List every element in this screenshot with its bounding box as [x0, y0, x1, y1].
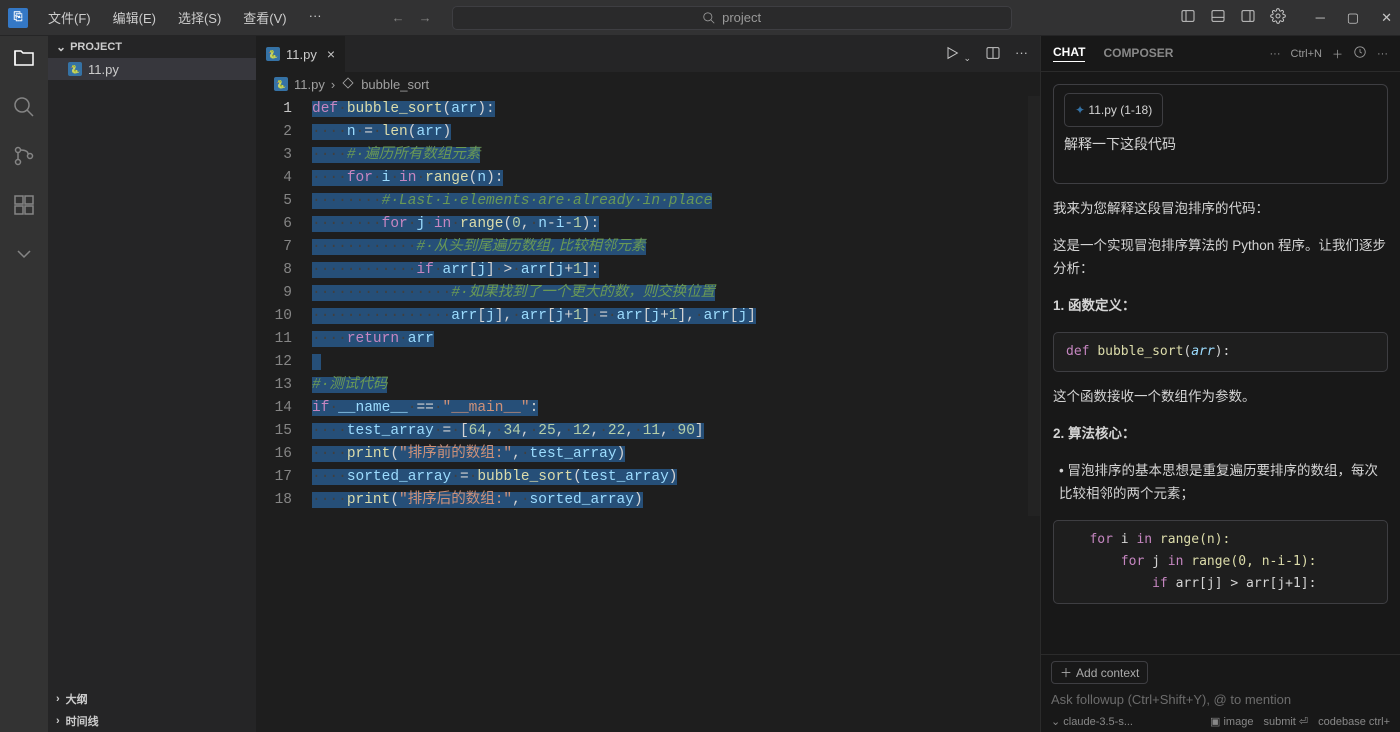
line-gutter: 123456789101112131415161718: [256, 96, 312, 732]
python-file-icon: 🐍: [266, 47, 280, 61]
symbol-icon: [341, 76, 355, 93]
more-icon[interactable]: ···: [1270, 48, 1281, 60]
tab-label: 11.py: [286, 47, 317, 62]
more-icon-2[interactable]: ···: [1377, 48, 1388, 60]
app-logo: ⎘: [8, 8, 28, 28]
split-editor-icon[interactable]: [985, 45, 1001, 64]
submit-button[interactable]: submit ⏎: [1263, 715, 1308, 728]
layout-primary-sidebar-icon[interactable]: [1180, 8, 1196, 27]
python-file-icon: 🐍: [68, 62, 82, 76]
menu-edit[interactable]: 编辑(E): [103, 4, 166, 31]
outline-section[interactable]: ›大纲: [48, 688, 256, 710]
tab-bar: 🐍 11.py × ⌄ ···: [256, 36, 1040, 72]
menubar: 文件(F) 编辑(E) 选择(S) 查看(V) ···: [38, 4, 332, 31]
explorer-icon[interactable]: [12, 46, 36, 73]
add-context-button[interactable]: ＋ Add context: [1051, 661, 1148, 684]
chat-panel: CHAT COMPOSER ··· Ctrl+N ＋ ··· ✦ 11.py (…: [1040, 36, 1400, 732]
chat-messages: ✦ 11.py (1-18) 解释一下这段代码 我来为您解释这段冒泡排序的代码：…: [1041, 72, 1400, 654]
window-close[interactable]: ✕: [1381, 10, 1392, 26]
chat-input-area: ＋ Add context Ask followup (Ctrl+Shift+Y…: [1041, 654, 1400, 732]
image-button[interactable]: ▣ image: [1210, 715, 1253, 728]
context-pill[interactable]: ✦ 11.py (1-18): [1064, 93, 1163, 127]
model-selector[interactable]: ⌄ claude-3.5-s...: [1051, 715, 1133, 728]
menu-more[interactable]: ···: [299, 4, 332, 31]
chat-input[interactable]: Ask followup (Ctrl+Shift+Y), @ to mentio…: [1051, 690, 1390, 715]
codebase-button[interactable]: codebase ctrl+: [1318, 716, 1390, 728]
window-maximize[interactable]: ▢: [1347, 10, 1359, 26]
search-text: project: [722, 10, 761, 25]
menu-select[interactable]: 选择(S): [168, 4, 231, 31]
file-item[interactable]: 🐍 11.py: [48, 58, 256, 80]
new-chat-icon[interactable]: ＋: [1332, 46, 1343, 62]
file-name: 11.py: [88, 62, 119, 77]
command-center[interactable]: project: [452, 6, 1012, 30]
explorer-header[interactable]: ⌄PROJECT: [48, 36, 256, 58]
assistant-reply: 我来为您解释这段冒泡排序的代码： 这是一个实现冒泡排序算法的 Python 程序…: [1053, 198, 1388, 604]
close-tab-icon[interactable]: ×: [327, 46, 335, 62]
activitybar: [0, 36, 48, 732]
code-block-2: for i in range(n): for j in range(0, n-i…: [1053, 520, 1388, 604]
new-chat-shortcut: Ctrl+N: [1291, 48, 1322, 60]
more-actions-icon[interactable]: ···: [1015, 45, 1028, 64]
user-message: 解释一下这段代码: [1064, 133, 1377, 157]
explorer-title: PROJECT: [70, 41, 122, 53]
run-icon[interactable]: ⌄: [944, 45, 971, 64]
python-file-icon: 🐍: [274, 77, 288, 91]
breadcrumb[interactable]: 🐍 11.py › bubble_sort: [256, 72, 1040, 96]
gear-icon[interactable]: [1270, 8, 1286, 27]
menu-view[interactable]: 查看(V): [233, 4, 296, 31]
nav-back[interactable]: ←: [392, 10, 405, 25]
source-control-icon[interactable]: [12, 144, 36, 171]
nav-arrows: ← →: [392, 10, 432, 25]
menu-file[interactable]: 文件(F): [38, 4, 101, 31]
timeline-section[interactable]: ›时间线: [48, 710, 256, 732]
chat-tab-chat[interactable]: CHAT: [1053, 45, 1085, 62]
minimap[interactable]: [1028, 96, 1040, 516]
layout-secondary-sidebar-icon[interactable]: [1240, 8, 1256, 27]
search-icon: [702, 11, 716, 25]
titlebar: ⎘ 文件(F) 编辑(E) 选择(S) 查看(V) ··· ← → projec…: [0, 0, 1400, 36]
editor: 🐍 11.py × ⌄ ··· 🐍 11.py › bubble_sort 12…: [256, 36, 1040, 732]
nav-forward[interactable]: →: [419, 10, 432, 25]
editor-tab[interactable]: 🐍 11.py ×: [256, 36, 346, 72]
code-block: def bubble_sort(arr):: [1053, 332, 1388, 372]
window-minimize[interactable]: ─: [1316, 10, 1325, 26]
search-icon[interactable]: [12, 95, 36, 122]
chat-tabs: CHAT COMPOSER ··· Ctrl+N ＋ ···: [1041, 36, 1400, 72]
chat-tab-composer[interactable]: COMPOSER: [1103, 46, 1173, 62]
sidebar: ⌄PROJECT 🐍 11.py ›大纲 ›时间线: [48, 36, 256, 732]
history-icon[interactable]: [1353, 45, 1367, 62]
layout-panel-icon[interactable]: [1210, 8, 1226, 27]
extensions-icon[interactable]: [12, 193, 36, 220]
chevron-down-icon[interactable]: [12, 242, 36, 269]
code-editor[interactable]: 123456789101112131415161718 def·bubble_s…: [256, 96, 1040, 732]
